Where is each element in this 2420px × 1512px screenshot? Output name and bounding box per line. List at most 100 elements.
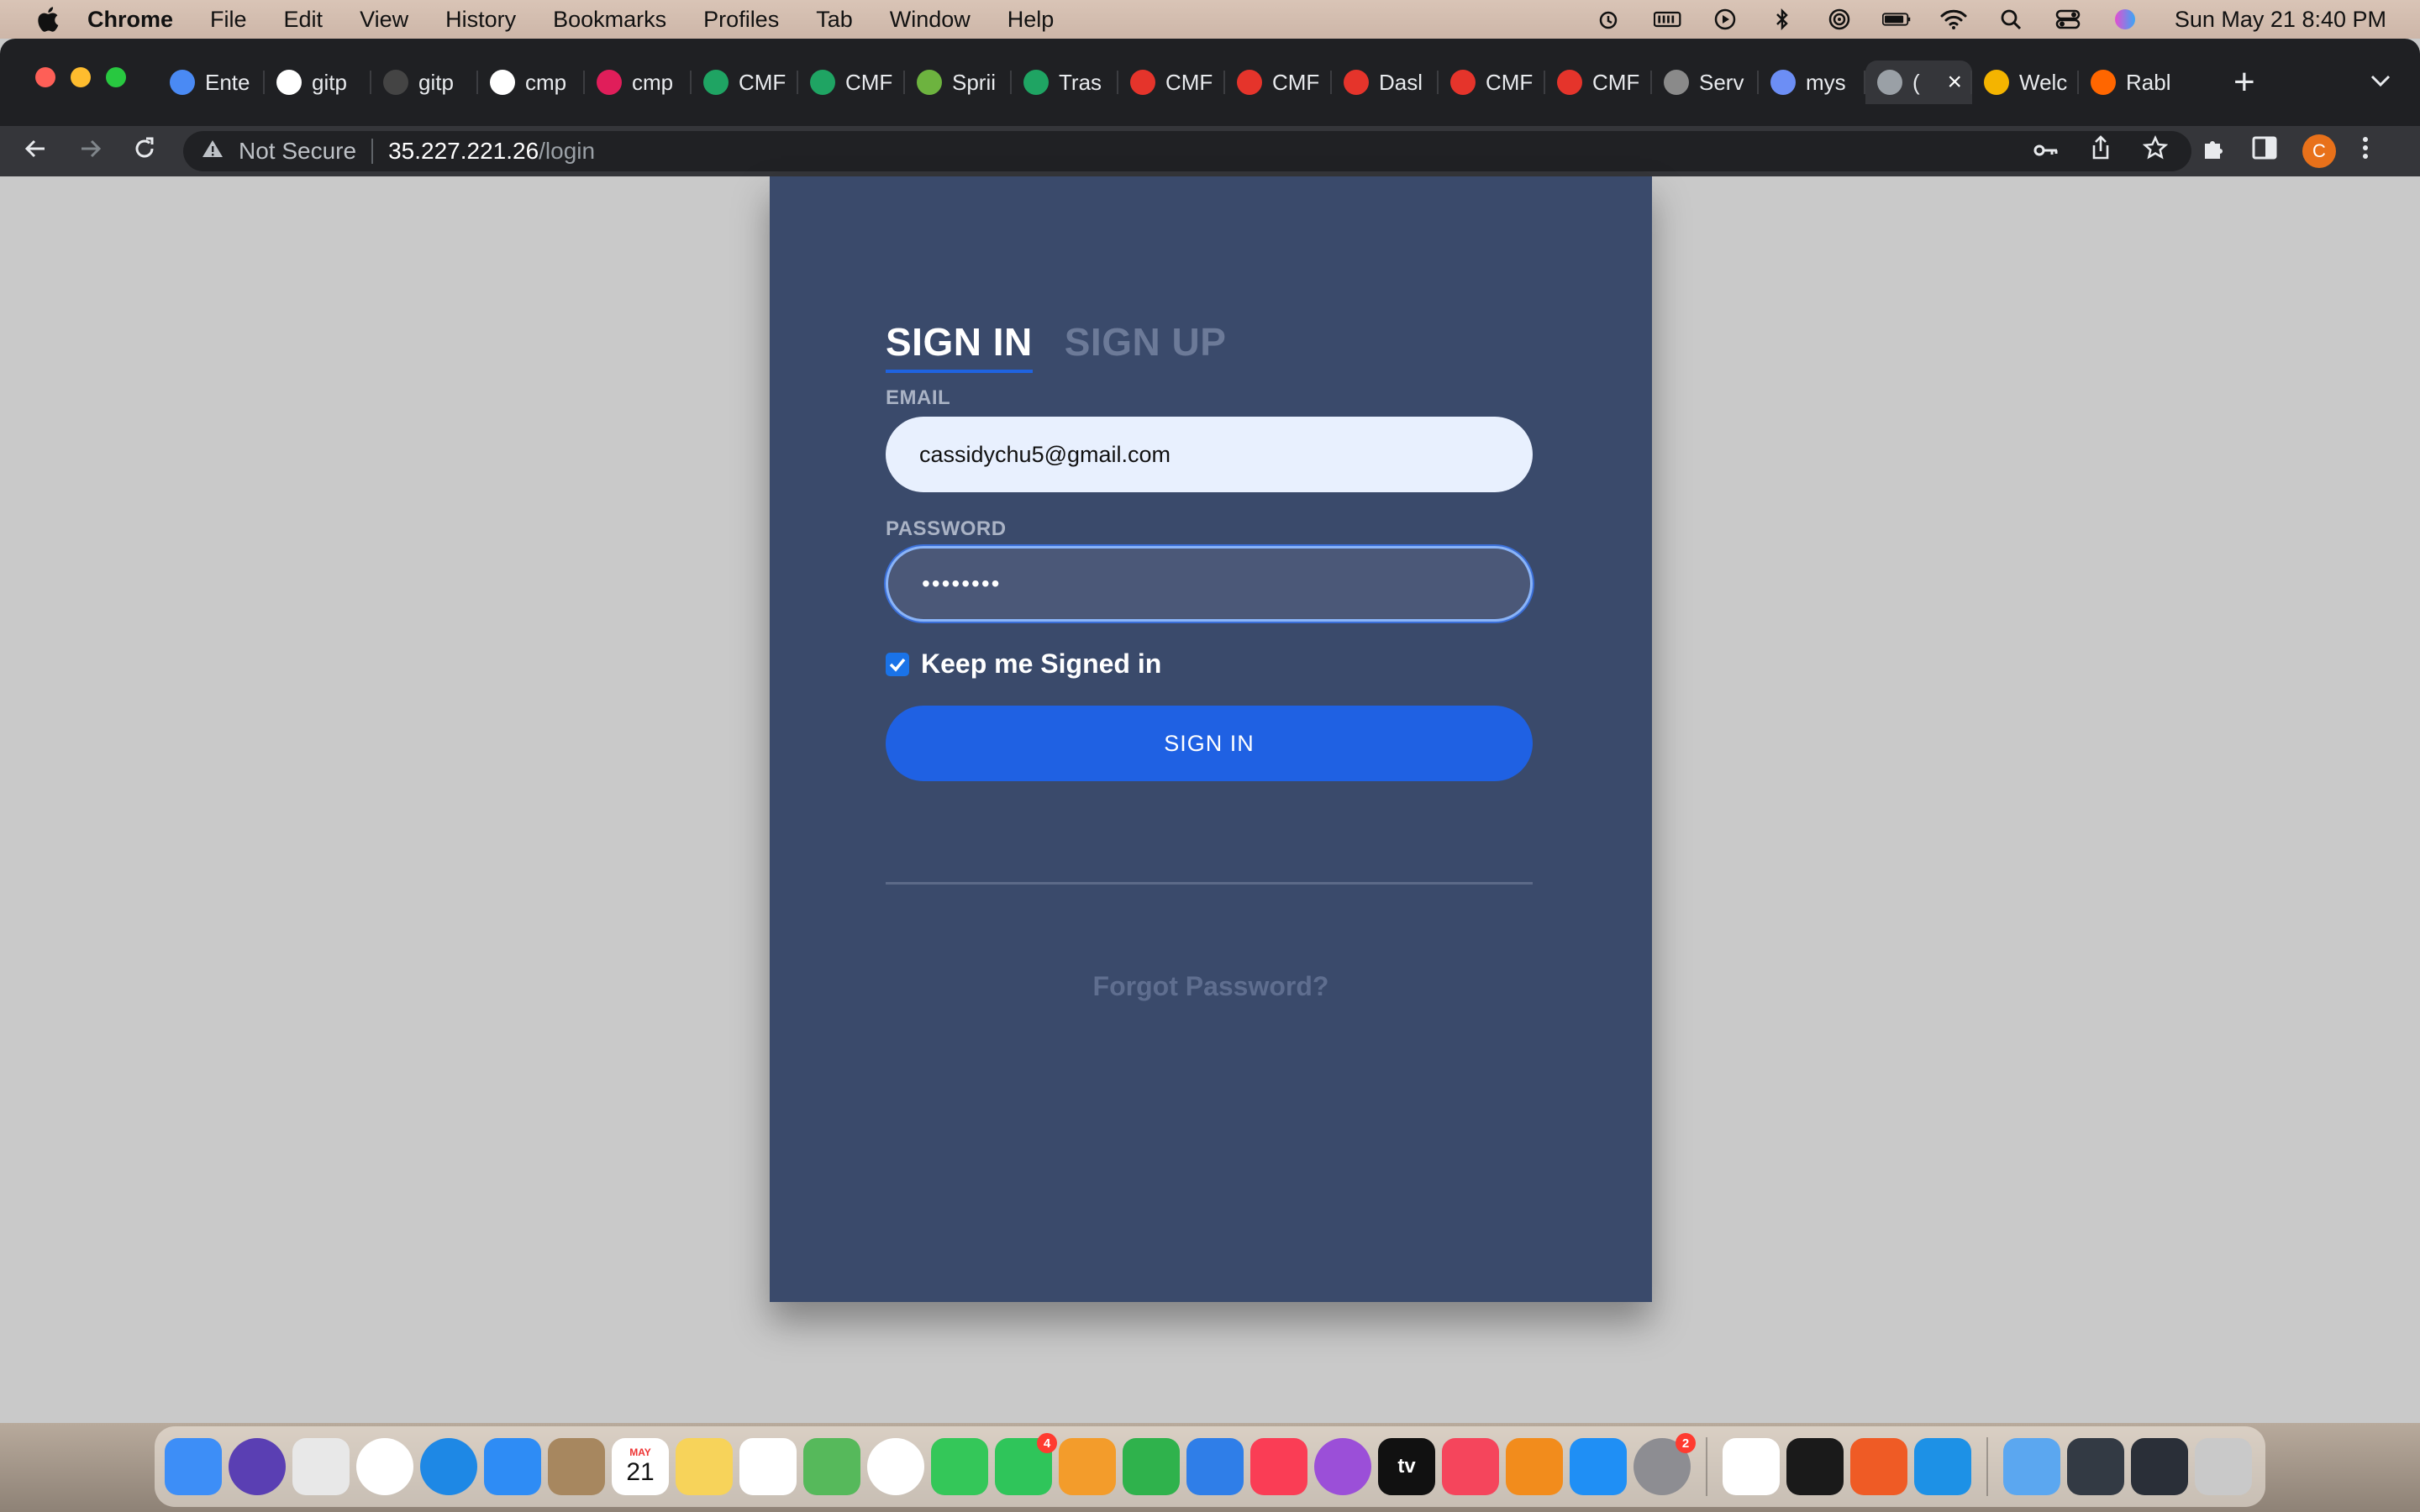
url-path[interactable]: /login xyxy=(539,138,595,165)
safari-icon[interactable] xyxy=(420,1438,477,1495)
system-settings-icon[interactable]: 2 xyxy=(1634,1433,1696,1495)
email-field[interactable] xyxy=(886,417,1533,492)
back-arrow-icon[interactable] xyxy=(18,136,52,166)
minimize-window-button[interactable] xyxy=(71,67,91,87)
folder-icon[interactable] xyxy=(2003,1438,2060,1495)
tab-search-chevron-icon[interactable] xyxy=(2370,67,2391,93)
menu-edit[interactable]: Edit xyxy=(284,7,324,33)
music-icon[interactable] xyxy=(1250,1438,1307,1495)
photos-icon[interactable] xyxy=(867,1438,924,1495)
keynote-icon[interactable] xyxy=(1186,1438,1244,1495)
url-host[interactable]: 35.227.221.26 xyxy=(388,138,539,165)
tab-18[interactable]: Rabl xyxy=(2079,60,2186,104)
chrome-icon[interactable] xyxy=(356,1438,413,1495)
forward-arrow-icon[interactable] xyxy=(74,136,108,166)
tab-sign-up[interactable]: SIGN UP xyxy=(1065,319,1227,373)
reload-icon[interactable] xyxy=(128,136,161,166)
menu-tab[interactable]: Tab xyxy=(816,7,853,33)
battery-icon[interactable] xyxy=(1881,7,1911,32)
podcasts-icon[interactable] xyxy=(1314,1438,1371,1495)
messages-icon[interactable] xyxy=(931,1438,988,1495)
more-vertical-icon[interactable] xyxy=(2361,135,2370,167)
maps-icon[interactable] xyxy=(803,1438,860,1495)
spotlight-icon[interactable] xyxy=(1996,7,2025,32)
tab-sign-in[interactable]: SIGN IN xyxy=(886,319,1033,373)
tab-8[interactable]: Tras xyxy=(1012,60,1118,104)
extensions-puzzle-icon[interactable] xyxy=(2202,135,2227,167)
wifi-icon[interactable] xyxy=(1939,7,1968,32)
tab-4[interactable]: cmp xyxy=(585,60,692,104)
reminders-icon[interactable] xyxy=(739,1438,797,1495)
tab-2[interactable]: gitp xyxy=(371,60,478,104)
appletv-icon[interactable]: tv xyxy=(1378,1438,1435,1495)
tab-3[interactable]: cmp xyxy=(478,60,585,104)
books-icon[interactable] xyxy=(1506,1438,1563,1495)
tab-16[interactable]: (× xyxy=(1865,60,1972,104)
warning-triangle-icon[interactable] xyxy=(202,139,225,165)
facetime-icon[interactable]: 4 xyxy=(995,1433,1057,1495)
address-bar[interactable]: Not Secure 35.227.221.26/login xyxy=(183,131,2191,171)
profile-avatar[interactable]: C xyxy=(2302,134,2336,168)
menu-view[interactable]: View xyxy=(360,7,408,33)
side-panel-icon[interactable] xyxy=(2252,136,2277,166)
bookmark-star-icon[interactable] xyxy=(2142,134,2169,167)
security-status-label[interactable]: Not Secure xyxy=(239,138,356,165)
tab-17[interactable]: Welc xyxy=(1972,60,2079,104)
bluetooth-icon[interactable] xyxy=(1768,7,1797,32)
tab-13[interactable]: CMF xyxy=(1545,60,1652,104)
close-window-button[interactable] xyxy=(35,67,55,87)
tab-6[interactable]: CMF xyxy=(798,60,905,104)
battery-meter-icon[interactable] xyxy=(1653,7,1682,32)
timemachine-icon[interactable] xyxy=(1597,7,1625,32)
calendar-icon[interactable]: MAY 21 xyxy=(612,1438,669,1495)
close-tab-icon[interactable]: × xyxy=(1947,68,1962,97)
contacts-icon[interactable] xyxy=(548,1438,605,1495)
zoom-window-button[interactable] xyxy=(106,67,126,87)
tab-1[interactable]: gitp xyxy=(265,60,371,104)
tab-5[interactable]: CMF xyxy=(692,60,798,104)
menu-file[interactable]: File xyxy=(210,7,247,33)
control-center-icon[interactable] xyxy=(2054,7,2082,32)
key-icon[interactable] xyxy=(2033,137,2059,165)
docker-icon[interactable] xyxy=(1914,1438,1971,1495)
sign-in-button[interactable]: SIGN IN xyxy=(886,706,1533,781)
vscode-icon[interactable] xyxy=(1723,1438,1780,1495)
terminal-icon[interactable] xyxy=(1786,1438,1844,1495)
appstore-icon[interactable] xyxy=(1570,1438,1627,1495)
tab-0[interactable]: Ente xyxy=(158,60,265,104)
window-thumb-1-icon[interactable] xyxy=(2067,1438,2124,1495)
menu-help[interactable]: Help xyxy=(1007,7,1055,33)
finder-icon[interactable] xyxy=(165,1438,222,1495)
password-field[interactable] xyxy=(886,546,1533,622)
window-thumb-2-icon[interactable] xyxy=(2131,1438,2188,1495)
numbers-icon[interactable] xyxy=(1123,1438,1180,1495)
apple-logo-icon[interactable] xyxy=(32,5,62,34)
menubar-clock[interactable]: Sun May 21 8:40 PM xyxy=(2175,7,2386,33)
keep-signed-in-label[interactable]: Keep me Signed in xyxy=(921,648,1161,680)
tab-9[interactable]: CMF xyxy=(1118,60,1225,104)
menu-chrome[interactable]: Chrome xyxy=(87,7,173,33)
menu-profiles[interactable]: Profiles xyxy=(703,7,779,33)
news-icon[interactable] xyxy=(1442,1438,1499,1495)
new-tab-plus-icon[interactable]: + xyxy=(2233,60,2255,104)
play-icon[interactable] xyxy=(1711,7,1739,32)
trash-icon[interactable] xyxy=(2195,1438,2252,1495)
notes-icon[interactable] xyxy=(676,1438,733,1495)
menu-history[interactable]: History xyxy=(445,7,516,33)
keep-signed-in-checkbox[interactable] xyxy=(886,652,909,676)
menu-bookmarks[interactable]: Bookmarks xyxy=(553,7,666,33)
menu-window[interactable]: Window xyxy=(890,7,971,33)
launchpad-icon[interactable] xyxy=(292,1438,350,1495)
pages-icon[interactable] xyxy=(1059,1438,1116,1495)
tab-12[interactable]: CMF xyxy=(1439,60,1545,104)
tab-15[interactable]: mys xyxy=(1759,60,1865,104)
tab-11[interactable]: Dasl xyxy=(1332,60,1439,104)
siri-app-icon[interactable] xyxy=(229,1438,286,1495)
tab-7[interactable]: Sprii xyxy=(905,60,1012,104)
airdrop-icon[interactable] xyxy=(1825,7,1854,32)
forgot-password-link[interactable]: Forgot Password? xyxy=(770,971,1652,1002)
tab-14[interactable]: Serv xyxy=(1652,60,1759,104)
siri-icon[interactable] xyxy=(2111,7,2139,32)
mail-icon[interactable] xyxy=(484,1438,541,1495)
tab-10[interactable]: CMF xyxy=(1225,60,1332,104)
